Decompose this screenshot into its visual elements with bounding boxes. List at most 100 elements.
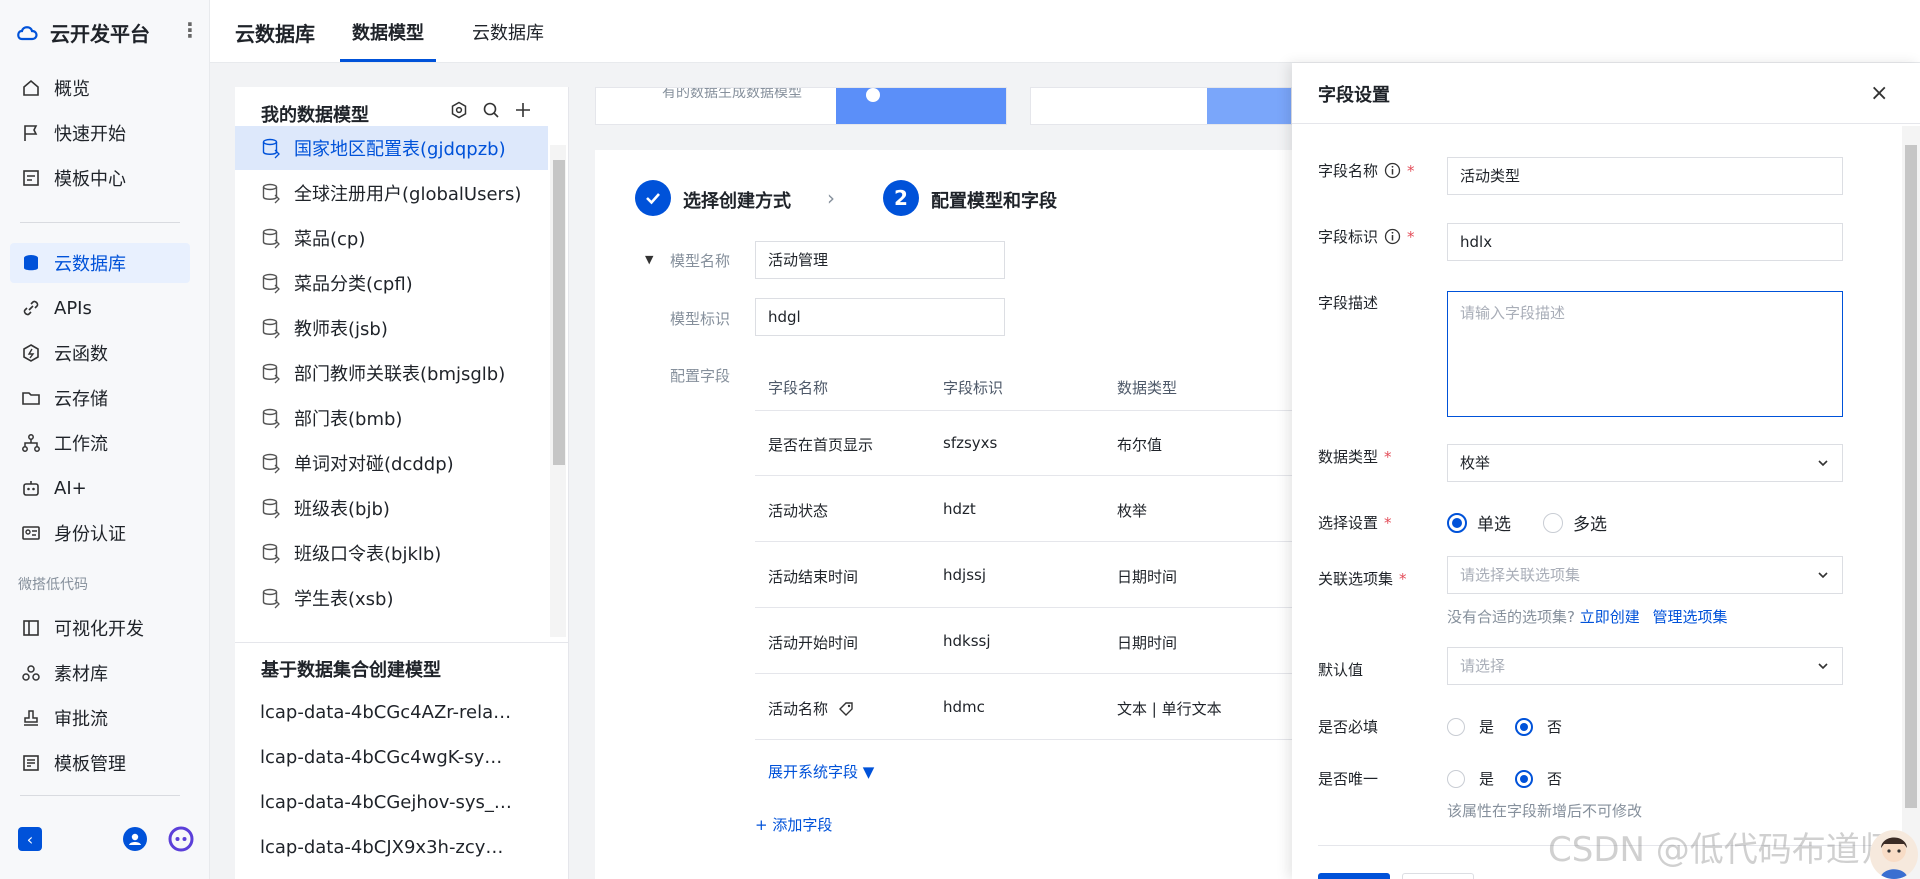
table-cell: sfzsyxs xyxy=(943,434,998,452)
table-cell: hdjssj xyxy=(943,566,986,584)
close-icon[interactable]: × xyxy=(1870,81,1888,106)
nav-item-workflow[interactable]: 工作流 xyxy=(10,423,190,463)
model-list-item[interactable]: 班级表(bjb) xyxy=(235,486,548,530)
model-list-item[interactable]: 部门表(bmb) xyxy=(235,396,548,440)
nav-item-approval[interactable]: 审批流 xyxy=(10,698,190,738)
confirm-button[interactable] xyxy=(1318,873,1390,879)
nav-item-template-manage[interactable]: 模板管理 xyxy=(10,743,190,783)
nav-item-quickstart[interactable]: 快速开始 xyxy=(10,113,190,153)
manage-option-sets-link[interactable]: 管理选项集 xyxy=(1653,608,1728,626)
model-name-input[interactable]: 活动管理 xyxy=(755,241,1005,279)
chevron-down-icon xyxy=(1816,456,1830,470)
more-menu-icon[interactable]: ⋮ xyxy=(180,18,200,42)
tab-data-model[interactable]: 数据模型 xyxy=(352,19,424,45)
required-yes-radio[interactable]: 是 xyxy=(1447,716,1494,737)
page-title: 云数据库 xyxy=(235,22,315,46)
top-bar: 云数据库 数据模型 云数据库 xyxy=(210,0,1920,63)
table-cell: 活动开始时间 xyxy=(768,634,859,652)
nav-item-ai[interactable]: AI+ xyxy=(10,468,190,508)
field-description-textarea[interactable]: 请输入字段描述 xyxy=(1447,291,1843,417)
create-option-set-link[interactable]: 立即创建 xyxy=(1580,608,1640,626)
default-value-select[interactable]: 请选择 xyxy=(1447,647,1843,685)
radio-single[interactable]: 单选 xyxy=(1447,510,1511,535)
model-list-item[interactable]: 全球注册用户(globalUsers) xyxy=(235,171,548,215)
folder-icon xyxy=(20,387,42,409)
unique-no-radio[interactable]: 否 xyxy=(1515,768,1562,789)
tag-icon xyxy=(837,700,855,718)
radio-multi-label: 多选 xyxy=(1573,515,1607,535)
data-model-icon xyxy=(260,227,282,249)
model-list-item[interactable]: 教师表(jsb) xyxy=(235,306,548,350)
data-model-icon xyxy=(260,497,282,519)
dataset-item[interactable]: lcap-data-4bCGejhov-sys_… xyxy=(260,792,512,813)
model-list-scroll-thumb[interactable] xyxy=(553,160,565,465)
nav-item-label: 素材库 xyxy=(54,664,108,685)
option-set-placeholder: 请选择关联选项集 xyxy=(1460,566,1581,584)
collapse-caret-icon[interactable]: ▼ xyxy=(645,253,653,266)
cancel-button[interactable] xyxy=(1402,873,1474,879)
default-value-label: 默认值 xyxy=(1318,659,1363,680)
field-id-input[interactable]: hdlx xyxy=(1447,223,1843,261)
option-set-select[interactable]: 请选择关联选项集 xyxy=(1447,556,1843,594)
dataset-section-title: 基于数据集合创建模型 xyxy=(261,660,441,681)
option-set-hint-text: 没有合适的选项集? xyxy=(1447,608,1575,626)
collapse-sidebar-icon[interactable]: ‹ xyxy=(18,827,42,851)
nav-divider xyxy=(20,222,180,223)
function-icon xyxy=(20,342,42,364)
nav-item-templates[interactable]: 模板中心 xyxy=(10,158,190,198)
model-list-item[interactable]: 菜品分类(cpfl) xyxy=(235,261,548,305)
dataset-item[interactable]: lcap-data-4bCGc4AZr-rela… xyxy=(260,702,511,723)
unique-yes-radio[interactable]: 是 xyxy=(1447,768,1494,789)
model-id-input[interactable]: hdgl xyxy=(755,298,1005,336)
dataset-item[interactable]: lcap-data-4bCGc4wgK-sy… xyxy=(260,747,502,768)
nav-item-auth[interactable]: 身份认证 xyxy=(10,513,190,553)
card-illustration xyxy=(836,88,1006,124)
workflow-icon xyxy=(20,432,42,454)
table-cell: 布尔值 xyxy=(1117,436,1163,454)
stamp-icon xyxy=(20,707,42,729)
model-list-item[interactable]: 国家地区配置表(gjdqpzb) xyxy=(235,126,548,170)
assistant-bot-icon[interactable] xyxy=(168,826,194,852)
model-name-label: 模型名称 xyxy=(670,252,731,270)
table-cell: 枚举 xyxy=(1117,502,1148,520)
data-type-select[interactable]: 枚举 xyxy=(1447,444,1843,482)
create-option-card[interactable]: 有的数据生成数据模型 xyxy=(595,87,1007,125)
create-option-card[interactable] xyxy=(1030,87,1292,125)
info-icon[interactable] xyxy=(1384,162,1401,179)
required-setting-label: 是否必填 xyxy=(1318,716,1378,737)
add-field-link[interactable]: + 添加字段 xyxy=(755,814,832,835)
field-name-input[interactable]: 活动类型 xyxy=(1447,157,1843,195)
nav-item-apis[interactable]: APIs xyxy=(10,288,190,328)
model-list-item[interactable]: 单词对对碰(dcddp) xyxy=(235,441,548,485)
nav-item-storage[interactable]: 云存储 xyxy=(10,378,190,418)
field-id-label: 字段标识 * xyxy=(1318,226,1415,247)
tab-cloud-database[interactable]: 云数据库 xyxy=(472,19,544,45)
info-icon[interactable] xyxy=(1384,228,1401,245)
radio-unselected-icon xyxy=(1447,717,1465,736)
table-cell: 日期时间 xyxy=(1117,568,1178,586)
nav-item-assets[interactable]: 素材库 xyxy=(10,653,190,693)
model-list-item[interactable]: 部门教师关联表(bmjsglb) xyxy=(235,351,548,395)
required-no-radio[interactable]: 否 xyxy=(1515,716,1562,737)
data-model-icon xyxy=(260,317,282,339)
model-list-item[interactable]: 菜品(cp) xyxy=(235,216,548,260)
chevron-down-icon xyxy=(1816,568,1830,582)
unique-yes-label: 是 xyxy=(1479,770,1495,788)
model-list-item[interactable]: 班级口令表(bjklb) xyxy=(235,531,548,575)
radio-multi[interactable]: 多选 xyxy=(1543,510,1607,535)
nav-item-overview[interactable]: 概览 xyxy=(10,68,190,108)
nav-item-label: 可视化开发 xyxy=(54,619,144,640)
expand-system-fields-link[interactable]: 展开系统字段 ▼ xyxy=(768,761,874,782)
data-model-icon xyxy=(260,362,282,384)
model-list-item[interactable]: 学生表(xsb) xyxy=(235,576,548,620)
dataset-item[interactable]: lcap-data-4bCJX9x3h-zcy… xyxy=(260,837,503,858)
nav-item-database[interactable]: 云数据库 xyxy=(10,243,190,283)
nav-item-functions[interactable]: 云函数 xyxy=(10,333,190,373)
model-list-item-label: 班级口令表(bjklb) xyxy=(294,544,442,565)
nav-group-lowcode: 微搭低代码 xyxy=(18,577,88,593)
nav-item-label: APIs xyxy=(54,297,92,319)
radio-selected-icon xyxy=(1447,512,1467,533)
drawer-scroll-thumb[interactable] xyxy=(1905,145,1917,808)
nav-item-visual-dev[interactable]: 可视化开发 xyxy=(10,608,190,648)
user-avatar-icon[interactable] xyxy=(123,827,147,851)
